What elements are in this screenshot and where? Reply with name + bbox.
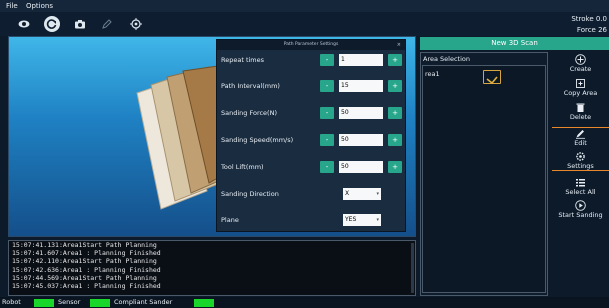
close-icon[interactable]: × xyxy=(397,40,401,50)
gear-icon xyxy=(576,152,585,161)
trash-icon xyxy=(576,103,585,112)
checkmark-icon xyxy=(486,76,498,85)
pen-icon[interactable] xyxy=(99,16,115,32)
area-item-label: rea1 xyxy=(425,70,440,78)
direction-select[interactable]: X ▾ xyxy=(343,188,381,200)
path-parameter-dialog: Path Parameter Settings × Repeat times -… xyxy=(216,39,406,232)
log-line: 15:07:45.037:Area1 : Planning Finished xyxy=(12,282,161,291)
create-label: Create xyxy=(569,65,592,73)
increment-button[interactable]: + xyxy=(388,54,402,66)
settings-button[interactable]: Settings xyxy=(552,151,609,171)
force-readout: Stroke 0.0 Force 26 xyxy=(571,14,607,36)
plane-value: YES xyxy=(345,216,357,223)
copy-area-button[interactable]: Copy Area xyxy=(552,78,609,97)
chevron-down-icon: ▾ xyxy=(376,217,379,223)
chevron-down-icon: ▾ xyxy=(376,191,379,197)
sensor-status-label: Sensor xyxy=(58,298,81,306)
param-label: Sanding Speed(mm/s) xyxy=(221,136,294,144)
target-icon[interactable] xyxy=(128,16,144,32)
start-sanding-button[interactable]: Start Sanding xyxy=(552,200,609,219)
robot-status-indicator xyxy=(34,299,54,307)
direction-value: X xyxy=(345,190,350,197)
compliant-sander-status-indicator xyxy=(194,299,214,307)
area-list[interactable]: rea1 xyxy=(422,65,546,293)
stroke-value: Stroke 0.0 xyxy=(571,15,607,23)
param-input[interactable]: 50 xyxy=(339,134,383,146)
menu-bar: File Options xyxy=(0,0,609,12)
list-icon xyxy=(576,179,585,187)
plane-select[interactable]: YES ▾ xyxy=(343,214,381,226)
decrement-button[interactable]: - xyxy=(320,107,334,119)
area-selection-title: Area Selection xyxy=(423,55,470,63)
param-row-sanding-speed: Sanding Speed(mm/s) - 50 + xyxy=(217,133,407,147)
decrement-button[interactable]: - xyxy=(320,54,334,66)
decrement-button[interactable]: - xyxy=(320,161,334,173)
copy-area-label: Copy Area xyxy=(563,89,598,97)
start-sanding-label: Start Sanding xyxy=(558,211,603,219)
robot-status-label: Robot xyxy=(2,298,21,306)
pencil-icon xyxy=(576,130,585,139)
log-list: 15:07:41.131:Area1Start Path Planning 15… xyxy=(12,241,161,290)
area-checkbox[interactable] xyxy=(483,70,501,85)
select-all-button[interactable]: Select All xyxy=(552,177,609,196)
delete-button[interactable]: Delete xyxy=(552,102,609,121)
param-row-plane: Plane YES ▾ xyxy=(217,213,407,227)
param-input[interactable]: 15 xyxy=(339,80,383,92)
dialog-title: Path Parameter Settings × xyxy=(217,40,405,50)
menu-file[interactable]: File xyxy=(6,2,18,10)
param-label: Plane xyxy=(221,216,239,224)
decrement-button[interactable]: - xyxy=(320,134,334,146)
new-3d-scan-button[interactable]: New 3D Scan xyxy=(420,37,609,50)
log-line: 15:07:42.110:Area1Start Path Planning xyxy=(12,257,157,266)
param-label: Sanding Direction xyxy=(221,190,279,198)
force-value: Force 26 xyxy=(576,26,607,34)
increment-button[interactable]: + xyxy=(388,107,402,119)
log-line: 15:07:44.569:Area1Start Path Planning xyxy=(12,273,157,282)
param-row-sanding-force: Sanding Force(N) - 50 + xyxy=(217,106,407,120)
plus-circle-icon xyxy=(575,54,586,65)
param-row-repeat-times: Repeat times - 1 + xyxy=(217,53,407,67)
log-line: 15:07:41.131:Area1Start Path Planning xyxy=(12,241,157,249)
param-input[interactable]: 1 xyxy=(339,54,383,66)
param-row-tool-lift: Tool Lift(mm) - 50 + xyxy=(217,160,407,174)
dialog-title-text: Path Parameter Settings xyxy=(283,42,339,47)
camera-icon[interactable] xyxy=(72,16,88,32)
param-input[interactable]: 50 xyxy=(339,161,383,173)
log-panel[interactable]: 15:07:41.131:Area1Start Path Planning 15… xyxy=(8,240,416,296)
param-label: Sanding Force(N) xyxy=(221,109,277,117)
status-bar: Robot Sensor Compliant Sander xyxy=(0,297,609,308)
area-selection-panel: Area Selection rea1 xyxy=(420,52,548,296)
create-button[interactable]: Create xyxy=(552,54,609,73)
eye-icon[interactable] xyxy=(16,16,32,32)
log-scrollbar[interactable] xyxy=(411,243,414,293)
param-row-sanding-direction: Sanding Direction X ▾ xyxy=(217,187,407,201)
refresh-icon[interactable] xyxy=(44,16,60,32)
param-label: Tool Lift(mm) xyxy=(221,163,264,171)
param-label: Path Interval(mm) xyxy=(221,82,280,90)
select-all-label: Select All xyxy=(565,188,596,196)
increment-button[interactable]: + xyxy=(388,80,402,92)
toolbar xyxy=(0,12,609,36)
increment-button[interactable]: + xyxy=(388,161,402,173)
increment-button[interactable]: + xyxy=(388,134,402,146)
play-circle-icon xyxy=(575,200,586,211)
compliant-sander-status-label: Compliant Sander xyxy=(114,298,173,306)
param-label: Repeat times xyxy=(221,56,265,64)
edit-label: Edit xyxy=(574,139,587,147)
log-line: 15:07:41.607:Area1 : Planning Finished xyxy=(12,249,161,258)
decrement-button[interactable]: - xyxy=(320,80,334,92)
log-line: 15:07:42.636:Area1 : Planning Finished xyxy=(12,265,161,274)
copy-icon xyxy=(576,79,585,88)
sensor-status-indicator xyxy=(90,299,110,307)
settings-label: Settings xyxy=(567,162,594,170)
param-row-path-interval: Path Interval(mm) - 15 + xyxy=(217,79,407,93)
param-input[interactable]: 50 xyxy=(339,107,383,119)
delete-label: Delete xyxy=(569,113,592,121)
edit-button[interactable]: Edit xyxy=(552,127,609,147)
menu-options[interactable]: Options xyxy=(26,2,53,10)
